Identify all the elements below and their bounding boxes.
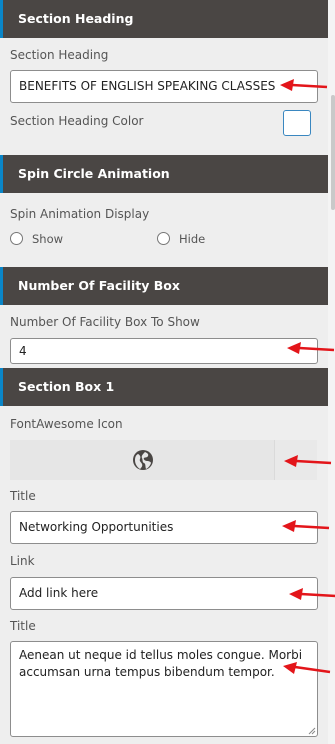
section-heading-color-picker[interactable] (283, 110, 311, 136)
radio-hide-label: Hide (179, 232, 206, 246)
arrow-icon (287, 342, 335, 354)
section-heading-color-label: Section Heading Color (10, 114, 144, 128)
globe-icon (133, 450, 153, 470)
section-box-1-header[interactable]: Section Box 1 (0, 368, 328, 406)
scrollbar-thumb[interactable] (331, 95, 335, 210)
resize-handle-icon[interactable] (308, 727, 316, 735)
arrow-icon (284, 455, 332, 467)
section-heading-label: Section Heading (10, 48, 109, 62)
arrow-icon (280, 79, 328, 91)
facility-box-count-input[interactable]: 4 (10, 338, 318, 364)
title-label: Title (10, 489, 36, 503)
arrow-icon (282, 520, 330, 532)
radio-show[interactable] (10, 232, 23, 245)
link-input[interactable]: Add link here (10, 577, 318, 610)
section-heading-header[interactable]: Section Heading (0, 0, 328, 38)
facility-box-count-label: Number Of Facility Box To Show (10, 315, 200, 329)
arrow-icon (283, 662, 331, 674)
description-label: Title (10, 619, 36, 633)
radio-show-label: Show (32, 232, 64, 246)
radio-hide[interactable] (157, 232, 170, 245)
facility-box-header[interactable]: Number Of Facility Box (0, 267, 328, 305)
section-heading-input[interactable]: BENEFITS OF ENGLISH SPEAKING CLASSES (10, 70, 318, 103)
spin-animation-display-label: Spin Animation Display (10, 207, 150, 221)
icon-preview-box[interactable] (10, 440, 274, 480)
link-label: Link (10, 554, 35, 568)
title-input[interactable]: Networking Opportunities (10, 511, 318, 544)
description-textarea[interactable]: Aenean ut neque id tellus moles congue. … (10, 641, 318, 737)
arrow-icon (289, 588, 335, 600)
spin-animation-header[interactable]: Spin Circle Animation (0, 155, 328, 193)
fontawesome-icon-label: FontAwesome Icon (10, 417, 123, 431)
customizer-panel: Section Heading Section Heading BENEFITS… (0, 0, 328, 744)
